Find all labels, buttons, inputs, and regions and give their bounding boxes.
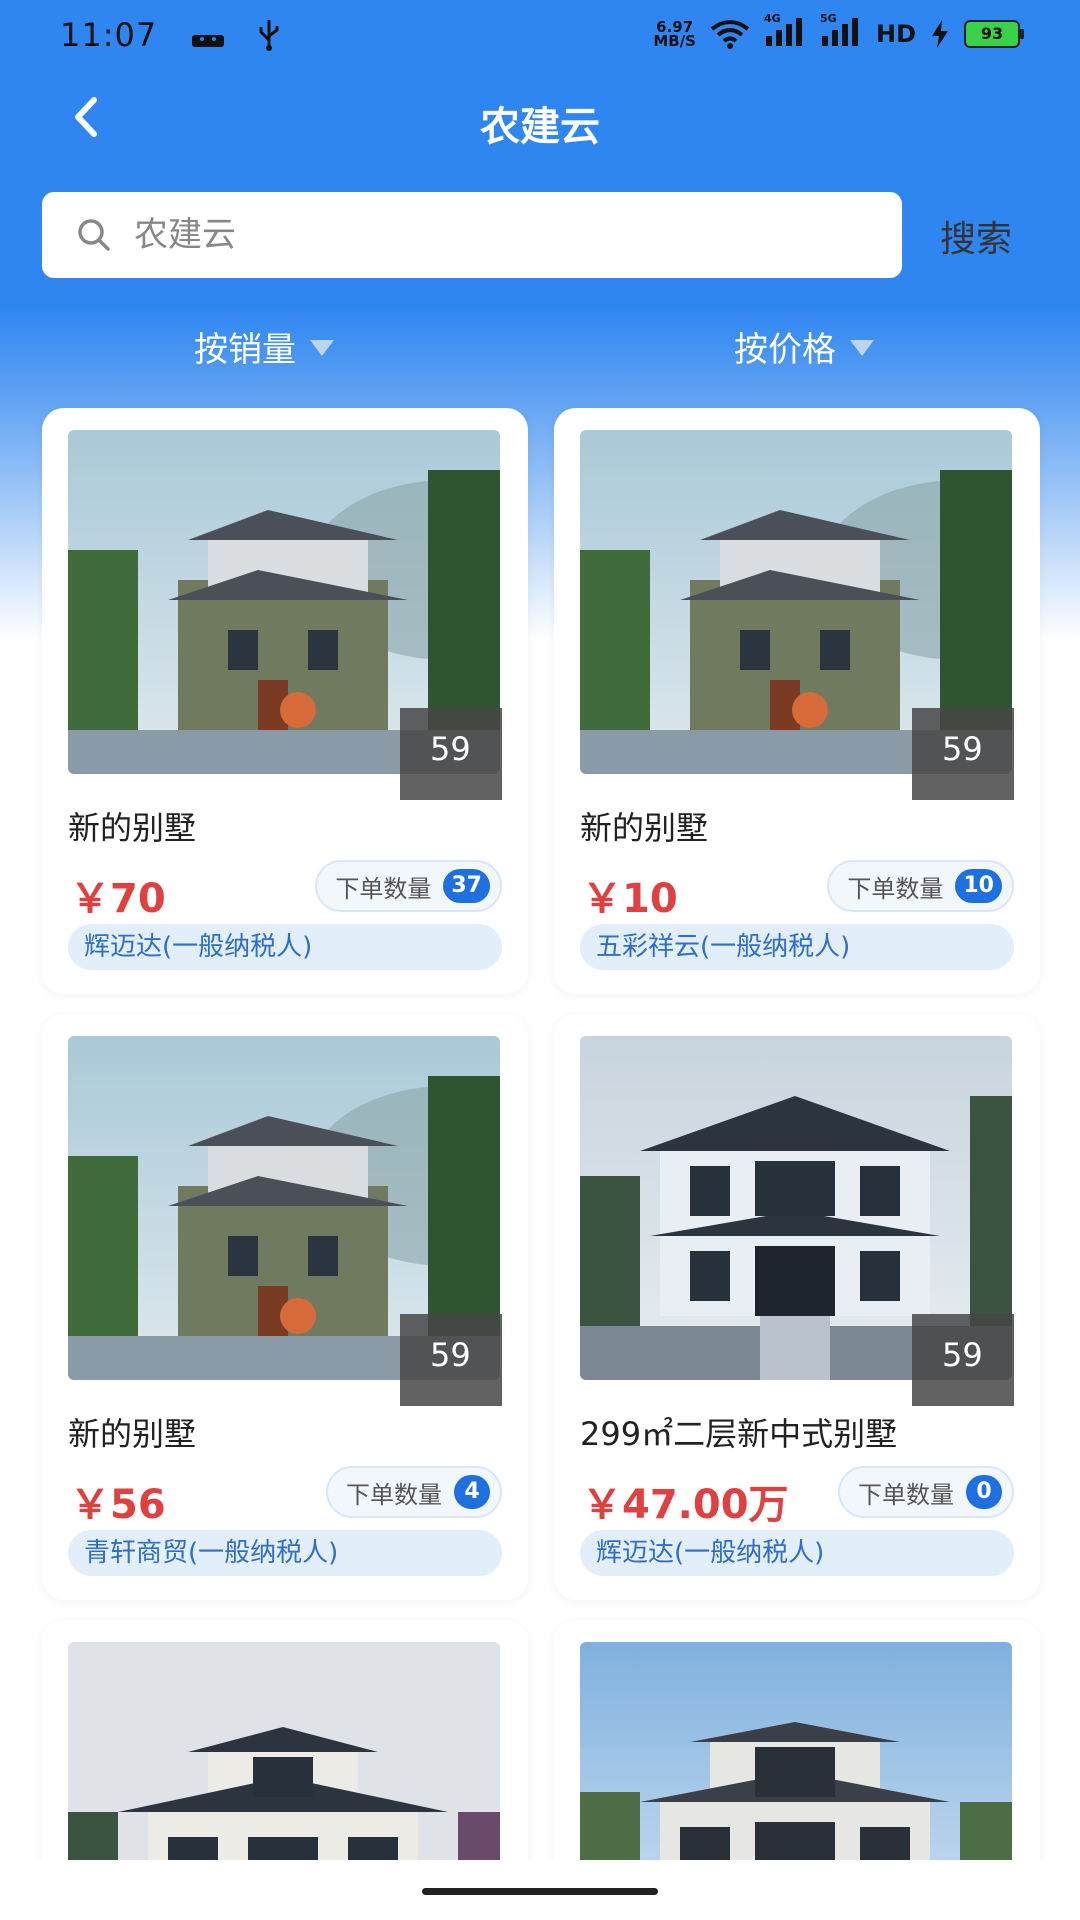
- sort-label: 按价格: [734, 330, 836, 370]
- order-count-badge: 10: [955, 869, 1002, 903]
- product-title: 新的别墅: [68, 809, 197, 847]
- search-box[interactable]: [42, 192, 902, 278]
- search-input[interactable]: [132, 214, 876, 256]
- image-count-badge: 59: [912, 1314, 1014, 1406]
- triangle-down-icon: [850, 339, 874, 356]
- product-card[interactable]: 59 新的别墅 ￥10 下单数量 10 五彩祥云(一般纳税人): [554, 408, 1040, 994]
- triangle-down-icon: [310, 339, 334, 356]
- order-label: 下单数量: [346, 1480, 442, 1509]
- product-price: ￥70: [70, 876, 166, 922]
- status-time: 11:07: [60, 16, 158, 54]
- order-label: 下单数量: [335, 874, 432, 903]
- wifi-icon: [710, 19, 750, 49]
- product-price: ￥56: [70, 1482, 166, 1528]
- sort-by-sales[interactable]: 按销量: [194, 322, 334, 371]
- sort-label: 按销量: [194, 330, 296, 370]
- net-speed: 6.97 MB/S: [653, 17, 696, 50]
- order-count-pill: 下单数量 37: [315, 860, 502, 912]
- seller-tag: 辉迈达(一般纳税人): [68, 924, 502, 970]
- product-title: 299㎡二层新中式别墅: [580, 1415, 898, 1453]
- usb-icon: [259, 20, 279, 51]
- home-indicator[interactable]: [422, 1888, 658, 1895]
- product-title: 新的别墅: [580, 809, 709, 847]
- order-count-badge: 37: [443, 869, 490, 903]
- battery-indicator: 93: [964, 19, 1024, 48]
- order-label: 下单数量: [858, 1480, 954, 1509]
- search-button[interactable]: 搜索: [940, 210, 1012, 262]
- order-count-badge: 0: [966, 1475, 1002, 1509]
- order-count-pill: 下单数量 10: [827, 860, 1014, 912]
- order-label: 下单数量: [847, 874, 944, 903]
- product-title: 新的别墅: [68, 1415, 197, 1453]
- seller-tag: 辉迈达(一般纳税人): [580, 1530, 1014, 1576]
- product-price: ￥47.00万: [582, 1482, 789, 1528]
- status-bar: 11:07 6.97 MB/S 4G 5G HD 93: [0, 0, 1080, 72]
- seller-tag: 五彩祥云(一般纳税人): [580, 924, 1014, 970]
- nav-bar: 农建云: [0, 72, 1080, 162]
- sort-by-price[interactable]: 按价格: [734, 322, 874, 371]
- image-count-badge: 59: [912, 708, 1014, 800]
- hd-indicator: HD: [875, 19, 916, 48]
- order-count-pill: 下单数量 4: [326, 1466, 502, 1518]
- image-count-badge: 59: [400, 1314, 502, 1406]
- product-card[interactable]: 59 新的别墅 ￥56 下单数量 4 青轩商贸(一般纳税人): [42, 1014, 528, 1600]
- android-icon: [192, 35, 224, 47]
- product-price: ￥10: [582, 876, 678, 922]
- image-count-badge: 59: [400, 708, 502, 800]
- seller-tag: 青轩商贸(一般纳税人): [68, 1530, 502, 1576]
- product-card[interactable]: 59 新的别墅 ￥70 下单数量 37 辉迈达(一般纳税人): [42, 408, 528, 994]
- product-card[interactable]: 59 299㎡二层新中式别墅 ￥47.00万 下单数量 0 辉迈达(一般纳税人): [554, 1014, 1040, 1600]
- order-count-pill: 下单数量 0: [838, 1466, 1014, 1518]
- charging-icon: [932, 19, 948, 48]
- search-icon: [78, 219, 110, 251]
- order-count-badge: 4: [454, 1475, 490, 1509]
- page-title: 农建云: [480, 104, 600, 150]
